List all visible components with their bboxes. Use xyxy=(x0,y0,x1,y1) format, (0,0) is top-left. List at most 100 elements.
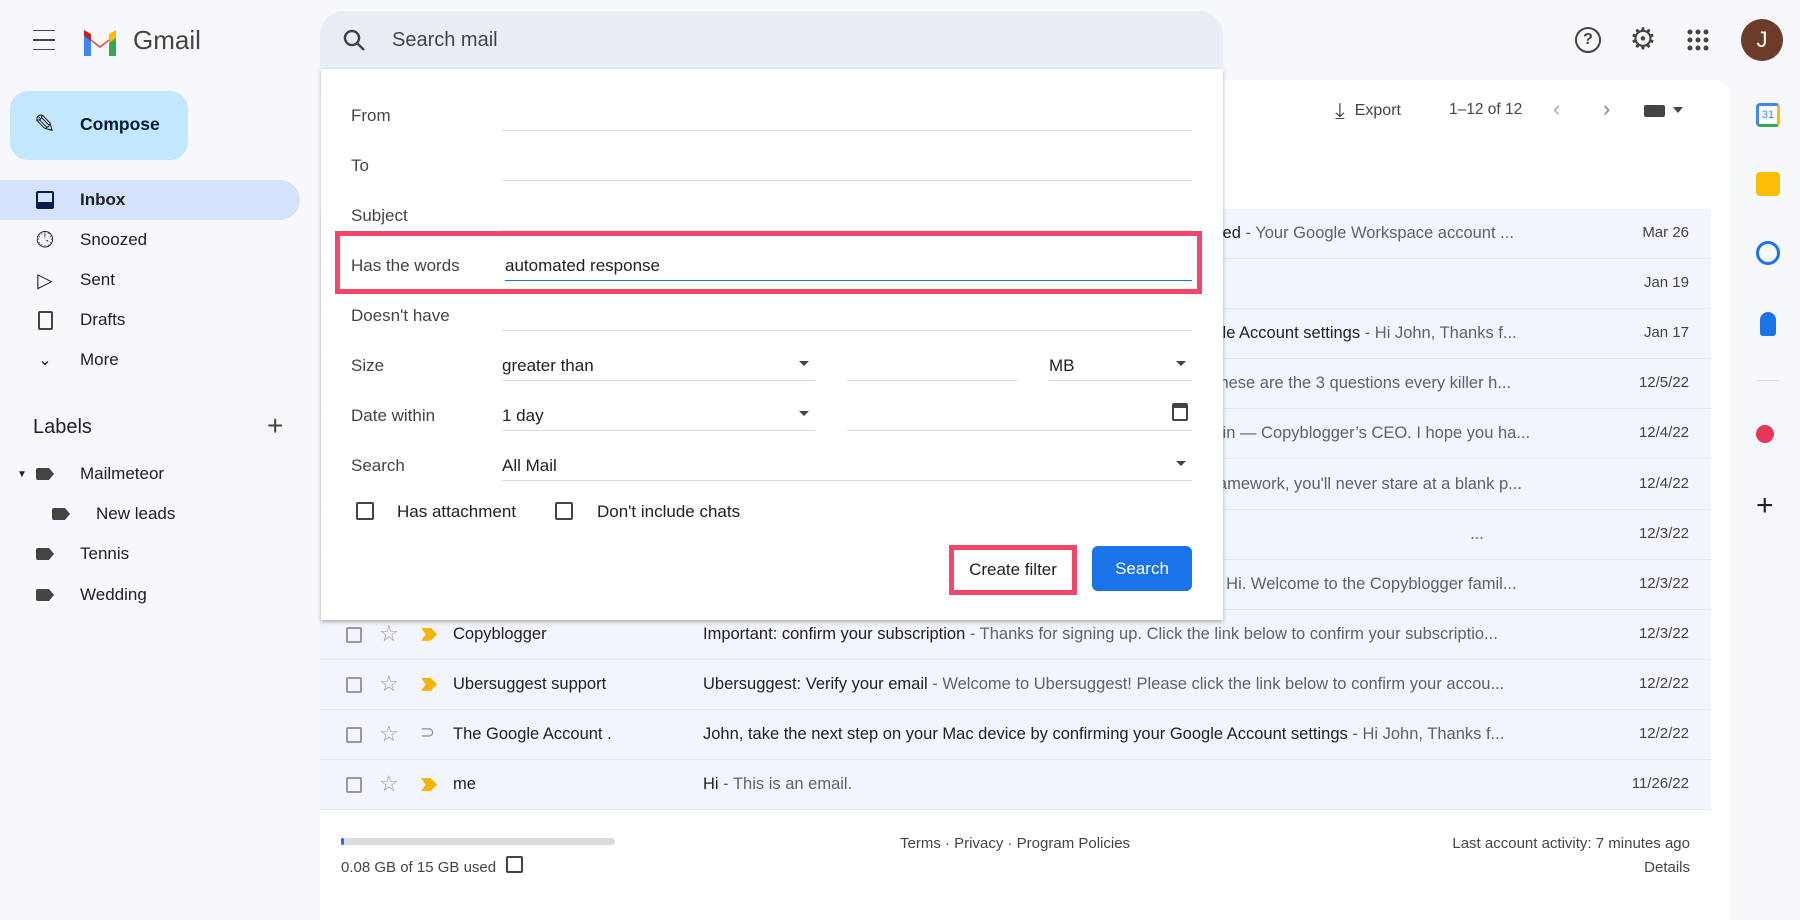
search-bar[interactable]: Search mail xyxy=(320,11,1223,69)
important-marker-icon[interactable] xyxy=(421,778,437,792)
dropdown-caret-icon xyxy=(799,361,809,366)
gmail-logo[interactable] xyxy=(81,28,119,56)
prev-page-icon[interactable]: ‹ xyxy=(1553,96,1560,122)
star-icon[interactable]: ☆ xyxy=(379,771,399,797)
email-row[interactable]: ☆ me Hi - This is an email. 11/26/22 xyxy=(320,760,1711,811)
keyboard-icon[interactable] xyxy=(1644,105,1665,117)
label-tennis[interactable]: Tennis xyxy=(0,534,300,574)
last-activity: Last account activity: 7 minutes ago xyxy=(1452,835,1690,852)
to-input[interactable] xyxy=(502,145,1192,181)
add-label-button[interactable]: + xyxy=(267,410,283,442)
date-within-select[interactable]: 1 day xyxy=(502,395,815,431)
row-checkbox[interactable] xyxy=(346,727,362,743)
subject: y ... Hi. Welcome to the Copyblogger fam… xyxy=(1195,574,1517,593)
compose-button[interactable]: ✎ Compose xyxy=(10,91,188,160)
menu-icon[interactable] xyxy=(30,26,58,54)
date: 12/2/22 xyxy=(1638,725,1689,742)
date: 12/3/22 xyxy=(1638,574,1689,592)
mailmeteor-icon[interactable] xyxy=(1756,425,1774,443)
subject: John, take the next step on your Mac dev… xyxy=(703,725,1505,743)
download-icon: ⤓ xyxy=(1335,98,1345,123)
avatar[interactable]: J xyxy=(1741,19,1783,61)
subject: oogle Account settings - Hi John, Thanks… xyxy=(1195,324,1517,343)
divider xyxy=(1756,380,1780,381)
date: 12/4/22 xyxy=(1638,424,1689,442)
tasks-icon[interactable] xyxy=(1756,241,1780,265)
email-row[interactable]: ☆ Ubersuggest support Ubersuggest: Verify … xyxy=(320,659,1711,710)
label-icon xyxy=(50,503,72,525)
star-icon[interactable]: ☆ xyxy=(379,721,399,747)
size-row: Size greater than MB xyxy=(321,345,1223,385)
search-button[interactable]: Search xyxy=(1092,546,1192,591)
subject: - These are the 3 questions every killer… xyxy=(1195,374,1512,393)
calendar-icon[interactable]: 31 xyxy=(1756,103,1780,127)
label-new-leads[interactable]: New leads xyxy=(0,494,300,534)
row-checkbox[interactable] xyxy=(346,626,362,643)
sidebar-item-drafts[interactable]: Drafts xyxy=(0,300,300,340)
star-icon[interactable]: ☆ xyxy=(379,671,399,697)
has-attachment-checkbox[interactable] xyxy=(356,502,374,520)
details-link[interactable]: Details xyxy=(1644,859,1690,876)
sender: me xyxy=(453,775,476,794)
export-button[interactable]: ⤓ Export xyxy=(1335,98,1401,124)
email-row[interactable]: ☆ ⊃ The Google Account . John, take the nex… xyxy=(320,710,1711,760)
important-marker-icon[interactable] xyxy=(421,627,437,641)
sidebar-item-more[interactable]: ⌄ More xyxy=(0,340,300,380)
pagination-text: 1–12 of 12 xyxy=(1449,101,1523,118)
send-icon: ▷ xyxy=(37,269,53,292)
subject: Ubersuggest: Verify your email - Welcome… xyxy=(703,674,1505,693)
subject: ended - Your Google Workspace account ..… xyxy=(1195,224,1514,242)
search-scope-select[interactable]: All Mail xyxy=(502,445,1192,481)
sender: Copyblogger xyxy=(453,624,547,643)
advanced-search-panel: From To Subject Has the words automated r… xyxy=(321,69,1223,620)
sidebar-item-inbox[interactable]: Inbox xyxy=(0,180,300,220)
open-storage-icon[interactable] xyxy=(506,856,523,873)
from-row: From xyxy=(321,95,1223,135)
label-mailmeteor[interactable]: ▼ Mailmeteor xyxy=(0,454,300,494)
subject: Hi - This is an email. xyxy=(703,775,853,794)
storage-bar xyxy=(341,838,615,845)
size-value-input[interactable] xyxy=(847,345,1018,381)
size-unit-select[interactable]: MB xyxy=(1049,345,1192,381)
date: Jan 19 xyxy=(1643,274,1689,292)
row-checkbox[interactable] xyxy=(346,777,362,794)
from-input[interactable] xyxy=(502,95,1192,131)
subject-input[interactable] xyxy=(502,195,1192,231)
search-icon[interactable] xyxy=(342,28,366,52)
keep-icon[interactable] xyxy=(1756,172,1780,196)
row-checkbox[interactable] xyxy=(346,676,362,693)
important-marker-icon[interactable]: ⊃ xyxy=(420,722,435,743)
caret-down-icon[interactable]: ▼ xyxy=(17,469,27,480)
contacts-icon[interactable] xyxy=(1760,312,1776,336)
settings-icon[interactable]: ⚙ xyxy=(1628,23,1658,56)
subject: again — Copyblogger’s CEO. I hope you ha… xyxy=(1195,424,1531,443)
calendar-picker-icon[interactable] xyxy=(1172,403,1188,421)
footer-links[interactable]: Terms · Privacy · Program Policies xyxy=(900,835,1130,852)
has-words-highlight xyxy=(335,231,1202,294)
keyboard-dropdown-icon[interactable] xyxy=(1673,107,1683,113)
date: 12/4/22 xyxy=(1638,474,1689,492)
next-page-icon[interactable]: › xyxy=(1603,96,1610,122)
search-input[interactable]: Search mail xyxy=(392,29,498,52)
important-marker-icon[interactable] xyxy=(421,677,437,691)
apps-icon[interactable] xyxy=(1687,29,1709,51)
subject-row: Subject xyxy=(321,195,1223,235)
label-icon xyxy=(34,463,56,485)
sender: Ubersuggest support xyxy=(453,674,607,693)
size-operator-select[interactable]: greater than xyxy=(502,345,815,381)
create-filter-button[interactable]: Create filter xyxy=(954,550,1072,590)
subject: s framework, you'll never stare at a bla… xyxy=(1195,474,1522,493)
help-icon[interactable]: ? xyxy=(1575,27,1601,53)
sidebar-item-snoozed[interactable]: 🕓︎ Snoozed xyxy=(0,220,300,260)
draft-icon xyxy=(34,309,56,331)
sender: The Google Account . xyxy=(453,725,612,743)
sidebar-item-sent[interactable]: ▷ Sent xyxy=(0,260,300,300)
add-addon-icon[interactable]: + xyxy=(1756,489,1774,523)
label-wedding[interactable]: Wedding xyxy=(0,575,300,615)
doesnt-have-input[interactable] xyxy=(502,295,1192,331)
dont-include-chats-checkbox[interactable] xyxy=(555,502,573,520)
star-icon[interactable]: ☆ xyxy=(379,621,399,647)
date-row: Date within 1 day xyxy=(321,395,1223,435)
dropdown-caret-icon xyxy=(1176,461,1186,466)
date-input[interactable] xyxy=(847,395,1192,431)
